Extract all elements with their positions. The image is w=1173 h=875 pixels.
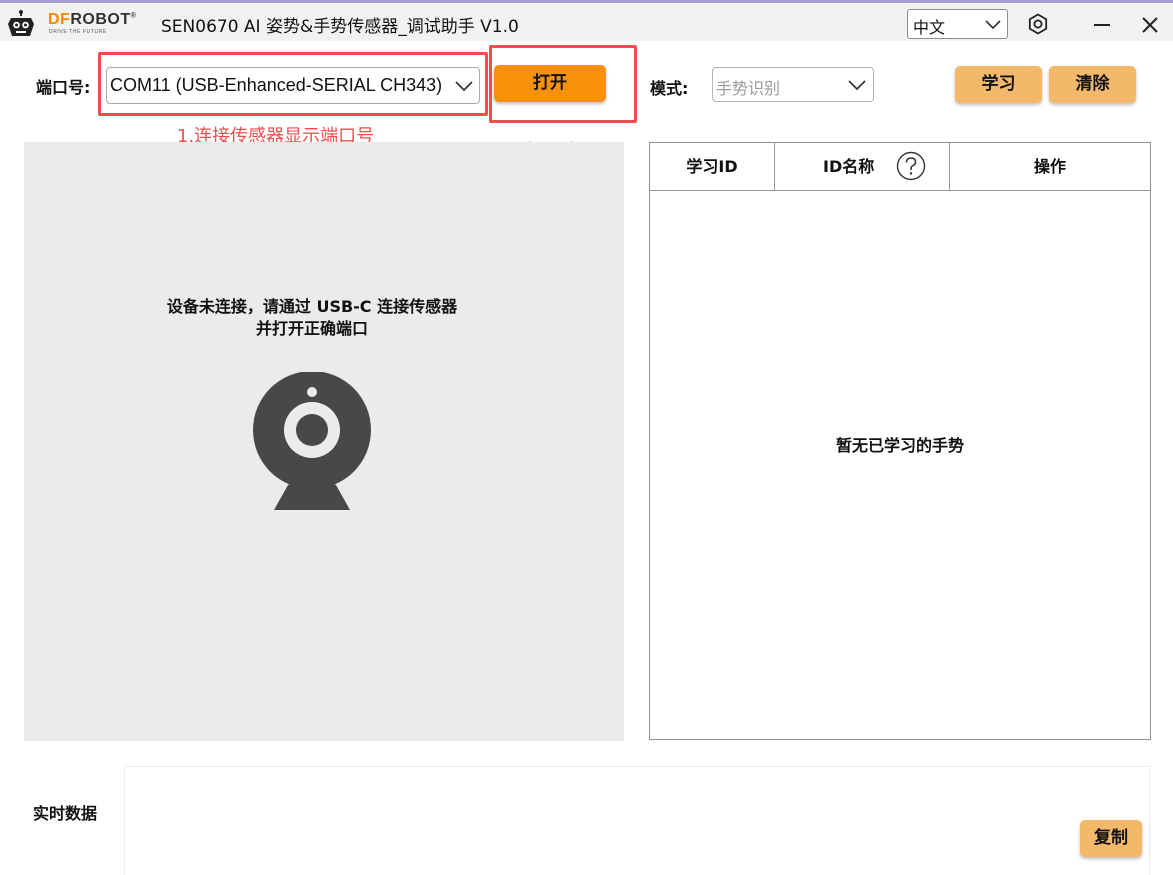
chevron-down-icon xyxy=(848,80,866,91)
table-header: 学习ID ID名称 操作 xyxy=(650,143,1150,191)
column-header-name-label: ID名称 xyxy=(823,157,875,176)
empty-table-message: 暂无已学习的手势 xyxy=(835,436,964,455)
port-label: 端口号: xyxy=(36,78,91,97)
webcam-icon xyxy=(253,372,371,510)
camera-status-message: 设备未连接，请通过 USB-C 连接传感器 并打开正确端口 xyxy=(24,296,600,340)
column-header-id: 学习ID xyxy=(650,143,775,190)
column-header-action: 操作 xyxy=(1033,157,1066,176)
chevron-down-icon xyxy=(985,20,1001,30)
gesture-table: 学习ID ID名称 操作 暂无已学习的手势 xyxy=(649,142,1151,740)
camera-status-line2: 并打开正确端口 xyxy=(255,319,368,338)
brand-tagline: DRIVE THE FUTURE xyxy=(49,29,107,35)
clear-button[interactable]: 清除 xyxy=(1049,66,1136,103)
close-window-icon[interactable] xyxy=(1135,10,1165,40)
mode-label: 模式: xyxy=(650,79,689,98)
column-header-name: ID名称 xyxy=(775,143,950,190)
robot-logo-icon xyxy=(8,10,34,36)
realtime-data-label: 实时数据 xyxy=(33,804,98,823)
language-value: 中文 xyxy=(913,18,946,37)
app-title: SEN0670 AI 姿势&手势传感器_调试助手 V1.0 xyxy=(161,17,519,37)
annotation-box-open xyxy=(489,45,637,123)
learn-button[interactable]: 学习 xyxy=(955,66,1042,103)
brand-logo-text: DFROBOT® xyxy=(48,11,137,28)
minimize-button[interactable] xyxy=(1086,10,1116,40)
realtime-data-output[interactable] xyxy=(124,766,1150,875)
camera-preview-panel: 设备未连接，请通过 USB-C 连接传感器 并打开正确端口 xyxy=(24,142,624,741)
mode-value: 手势识别 xyxy=(716,79,781,98)
mode-select[interactable]: 手势识别 xyxy=(712,67,874,102)
help-question-icon[interactable] xyxy=(896,151,926,181)
annotation-box-port xyxy=(98,52,488,116)
language-select[interactable]: 中文 xyxy=(907,9,1008,39)
camera-status-line1: 设备未连接，请通过 USB-C 连接传感器 xyxy=(166,297,458,316)
settings-gear-icon[interactable] xyxy=(1027,13,1049,35)
copy-button[interactable]: 复制 xyxy=(1080,820,1142,857)
title-bar: DFROBOT® DRIVE THE FUTURE SEN0670 AI 姿势&… xyxy=(0,3,1173,41)
